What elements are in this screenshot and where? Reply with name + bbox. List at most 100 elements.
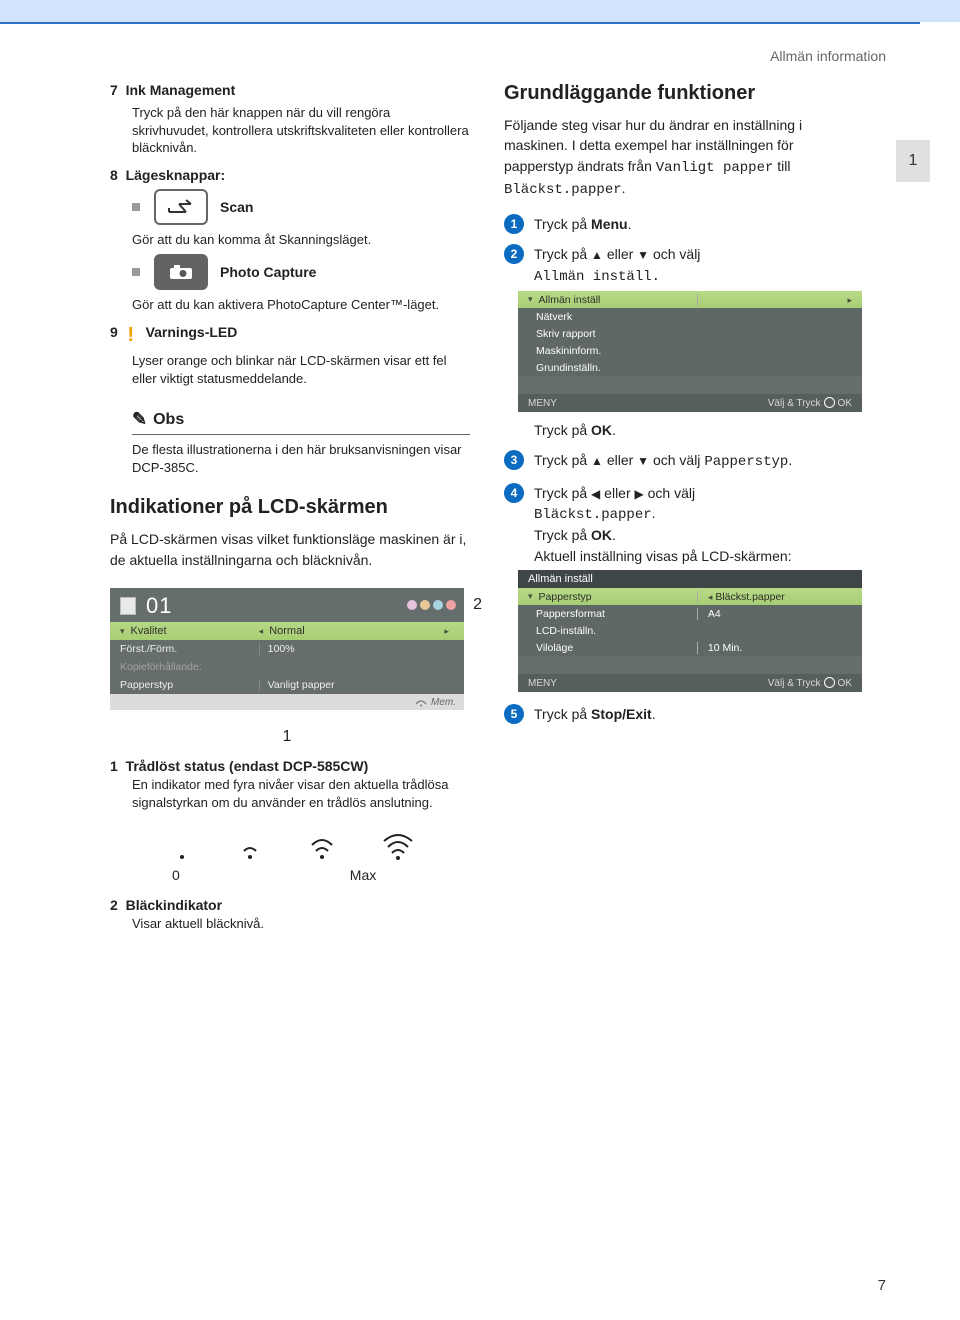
bullet-icon (132, 268, 140, 276)
step-1-text: Tryck på Menu. (534, 214, 632, 234)
footer-callouts: 1 Trådlöst status (endast DCP-585CW) En … (110, 758, 470, 933)
fc1-title: Trådlöst status (endast DCP-585CW) (126, 758, 369, 774)
wifi-high-label: Max (350, 867, 376, 883)
step-3-text: Tryck på ▲ eller ▼ och välj Papperstyp. (534, 450, 792, 472)
lcd2a-row-0: Nätverk (518, 308, 862, 325)
wifi-0-icon (172, 837, 192, 861)
right-arrow-icon: ▶ (635, 487, 644, 501)
step-2: 2 Tryck på ▲ eller ▼ och välj Allmän ins… (504, 244, 864, 287)
fc1-desc: En indikator med fyra nivåer visar den a… (110, 776, 470, 811)
note-icon: ✎ (132, 409, 147, 430)
wifi-3-icon (382, 833, 414, 861)
step-4-text: Tryck på ◀ eller ▶ och välj Bläckst.papp… (534, 483, 792, 566)
photo-mode-row: Photo Capture (110, 254, 470, 290)
wifi-low-label: 0 (172, 867, 180, 883)
photo-capture-icon (154, 254, 208, 290)
lcd-screenshot-2b: Allmän inställ ▾Papperstyp ◂ Bläckst.pap… (518, 570, 862, 692)
lcd2a-hdr-text: Allmän inställ (539, 294, 601, 306)
fc1-num: 1 (110, 758, 118, 774)
note-heading: ✎ Obs (132, 409, 470, 435)
warning-led-icon: ! (124, 324, 138, 346)
left-column: 7 Ink Management Tryck på den här knappe… (110, 82, 470, 933)
copies-value: 01 (146, 593, 172, 619)
down-arrow-icon: ▼ (637, 454, 649, 468)
scan-mode-row: Scan (110, 189, 470, 225)
callout-2-marker: 2 (473, 596, 482, 614)
item-7: 7 Ink Management (110, 82, 470, 98)
lcd-row-selected: ▾Kvalitet ◂Normal▸ (110, 622, 464, 640)
wifi-1-icon (238, 837, 262, 861)
lcd-row-c-value: Vanligt papper (259, 679, 457, 691)
item-9-num: 9 (110, 324, 118, 340)
lcd-row-a: Först./Förm. 100% (110, 640, 464, 658)
lcd2a-row-2: Maskininform. (518, 342, 862, 359)
step-2-num: 2 (504, 244, 524, 264)
lcd2b-sel-value: Bläckst.papper (715, 591, 784, 603)
after-step-2: Tryck på OK. (504, 420, 864, 440)
lcd2b-hdr: Allmän inställ (518, 570, 862, 588)
lcd2b-hdr-text: Allmän inställ (528, 573, 593, 585)
lcd-row-a-value: 100% (259, 643, 457, 655)
ink-indicator (404, 600, 456, 613)
wifi-2-icon (308, 835, 336, 861)
intro-mono1: Vanligt papper (656, 160, 774, 176)
item-7-num: 7 (110, 82, 118, 98)
step-3: 3 Tryck på ▲ eller ▼ och välj Papperstyp… (504, 450, 864, 472)
right-intro: Följande steg visar hur du ändrar en ins… (504, 115, 864, 200)
fc2-num: 2 (110, 897, 118, 913)
wifi-labels: 0 Max (110, 867, 470, 883)
up-arrow-icon: ▲ (591, 454, 603, 468)
step-5: 5 Tryck på Stop/Exit. (504, 704, 864, 724)
intro-mono2: Bläckst.papper (504, 182, 622, 198)
lcd2a-row-1: Skriv rapport (518, 325, 862, 342)
lcd-status-text: Mem. (431, 697, 456, 708)
scan-label: Scan (220, 199, 253, 215)
ok-circle-icon (824, 397, 835, 408)
lcd2a-foot: MENY Välj & TryckOK (518, 394, 862, 412)
item-8-num: 8 (110, 167, 118, 183)
lcd2b-row-1: LCD-inställn. (518, 622, 862, 639)
up-arrow-icon: ▲ (591, 248, 603, 262)
item-7-desc: Tryck på den här knappen när du vill ren… (110, 104, 470, 157)
page-number: 7 (878, 1277, 886, 1294)
lcd-screenshot-2a: ▾Allmän inställ ▸ Nätverk Skriv rapport … (518, 291, 862, 412)
lcd-row-c-label: Papperstyp (110, 679, 259, 691)
step-1: 1 Tryck på Menu. (504, 214, 864, 234)
lcd2a-foot-left: MENY (528, 398, 557, 409)
right-column: 1 Grundläggande funktioner Följande steg… (504, 82, 864, 933)
step-3-num: 3 (504, 450, 524, 470)
lcd-row-b: Kopieförhållande: (110, 658, 464, 676)
lcd2a-row-3: Grundinställn. (518, 359, 862, 376)
section-title: Allmän information (0, 24, 960, 64)
lcd2b-sel: ▾Papperstyp ◂ Bläckst.papper (518, 588, 862, 605)
photo-label: Photo Capture (220, 264, 316, 280)
lcd-copies: 01 (120, 593, 172, 619)
item-8: 8 Lägesknappar: (110, 167, 470, 183)
fc2: 2 Bläckindikator (110, 897, 470, 913)
lcd-row-sel-value: Normal (269, 625, 304, 637)
lcd2b-foot-left: MENY (528, 678, 557, 689)
step-5-text: Tryck på Stop/Exit. (534, 704, 656, 724)
note-title: Obs (153, 411, 184, 429)
intro-end: . (622, 180, 626, 196)
lcd2a-hdr: ▾Allmän inställ ▸ (518, 291, 862, 308)
page-body: 7 Ink Management Tryck på den här knappe… (0, 64, 960, 933)
copies-icon (120, 597, 136, 615)
lcd-screenshot-1: 2 01 ▾Kvalitet ◂Normal▸ Först./Förm. (110, 588, 464, 710)
step-4: 4 Tryck på ◀ eller ▶ och välj Bläckst.pa… (504, 483, 864, 566)
wifi-levels (110, 833, 470, 861)
lcd-row-sel-label: Kvalitet (131, 625, 167, 637)
item-9-title: Varnings-LED (146, 324, 238, 340)
item-7-title: Ink Management (126, 82, 236, 98)
callout-1-marker: 1 (283, 728, 292, 746)
down-arrow-icon: ▼ (637, 248, 649, 262)
lcd-row-c: Papperstyp Vanligt papper (110, 676, 464, 694)
top-bar (0, 0, 960, 22)
lcd2b-row-2: Viloläge10 Min. (518, 639, 862, 656)
intro-mid: till (773, 158, 790, 174)
item-9: 9 ! Varnings-LED (110, 324, 470, 347)
step-5-num: 5 (504, 704, 524, 724)
lcd-panel-1: 01 ▾Kvalitet ◂Normal▸ Först./Förm. 100% … (110, 588, 464, 710)
item-9-desc: Lyser orange och blinkar när LCD-skärmen… (110, 352, 470, 387)
step-1-num: 1 (504, 214, 524, 234)
